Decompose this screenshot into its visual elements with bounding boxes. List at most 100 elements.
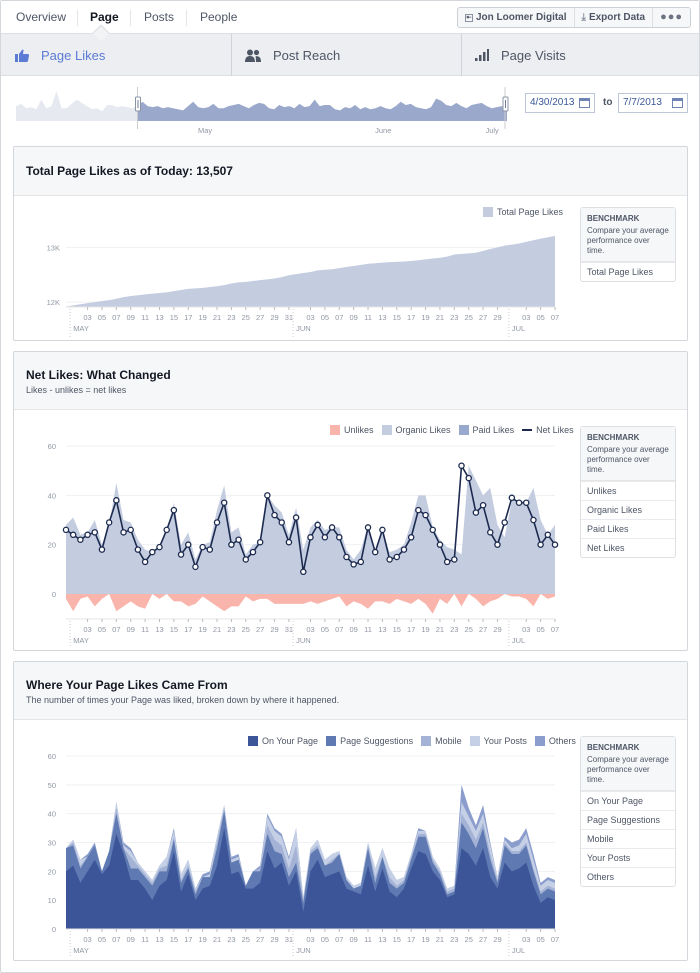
legend-item-net-likes[interactable]: Net Likes [522,425,574,435]
x-tick-label: 09 [127,625,135,634]
month-label: JUN [296,324,311,333]
x-tick-label: 09 [127,935,135,944]
y-tick-label: 60 [48,752,56,761]
start-date-input[interactable]: 4/30/2013 [525,93,595,113]
benchmark-item-page-suggestions[interactable]: Page Suggestions [581,810,675,829]
legend-label: Paid Likes [472,425,515,435]
y-tick-label: 13K [47,243,60,252]
benchmark-item-on-your-page[interactable]: On Your Page [581,791,675,810]
net-likes-point [321,534,329,541]
x-tick-label: 15 [393,935,401,944]
net-likes-point [343,553,350,561]
net-likes-point [127,526,134,534]
x-tick-label: 29 [493,625,501,634]
tab-divider [77,10,78,26]
section-page-visits[interactable]: Page Visits [475,34,566,76]
legend-label: Mobile [435,736,462,746]
benchmark-item-total-page-likes[interactable]: Total Page Likes [581,262,675,281]
x-tick-label: 11 [141,313,149,322]
legend-item-mobile[interactable]: Mobile [421,736,462,746]
benchmark-title: BENCHMARK [587,214,640,223]
legend-item-paid-likes[interactable]: Paid Likes [458,425,515,435]
end-date-input[interactable]: 7/7/2013 [618,93,688,113]
x-tick-label: 05 [321,625,329,634]
section-label: Post Reach [273,47,341,63]
net-likes-point [386,556,393,563]
net-likes-point [206,546,214,553]
section-page-likes[interactable]: Page Likes [15,34,105,76]
x-tick-label: 27 [256,625,264,634]
x-tick-label: 03 [83,625,91,634]
calendar-icon[interactable] [672,98,683,108]
section-post-reach[interactable]: Post Reach [245,34,340,76]
section-label: Page Likes [41,47,106,63]
card-header: Total Page Likes as of Today: 13,507 [14,147,687,196]
x-tick-label: 03 [306,625,314,634]
x-tick-label: 05 [98,625,106,634]
x-tick-label: 23 [450,313,458,322]
x-tick-label: 29 [270,625,278,634]
net-likes-point [113,497,120,504]
legend-item-your-posts[interactable]: Your Posts [469,736,527,746]
benchmark-item-net-likes[interactable]: Net Likes [581,538,675,557]
benchmark-item-paid-likes[interactable]: Paid Likes [581,519,675,538]
x-tick-label: 15 [170,313,178,322]
x-tick-label: 19 [198,313,206,322]
x-tick-label: 05 [98,935,106,944]
tab-posts[interactable]: Posts [144,1,174,34]
range-month-label: July [485,126,499,135]
net-likes-point [350,561,357,568]
net-likes-point [551,541,559,548]
bar-signal-icon [475,49,489,61]
date-range-overview-chart[interactable]: May June July [14,87,514,137]
net-likes-point [163,526,170,534]
y-tick-label: 30 [48,839,56,848]
page-name-button[interactable]: ⇤ Jon Loomer Digital [458,8,574,27]
tab-people[interactable]: People [200,1,237,34]
legend-item-page-suggestions[interactable]: Page Suggestions [326,736,413,746]
x-tick-label: 13 [155,935,163,944]
benchmark-item-your-posts[interactable]: Your Posts [581,848,675,867]
legend-label: Your Posts [483,736,527,746]
net-likes-point [379,526,386,534]
unlikes-area [66,594,555,614]
legend-swatch [534,736,545,746]
card-header: Net Likes: What Changed Likes - unlikes … [14,352,687,410]
x-tick-label: 17 [184,935,192,944]
y-tick-label: 10 [48,896,56,905]
month-label: JUL [512,636,525,645]
start-date-value: 4/30/2013 [530,97,575,108]
net-likes-point [307,534,314,541]
x-tick-label: 15 [393,625,401,634]
benchmark-item-others[interactable]: Others [581,867,675,886]
x-tick-label: 11 [141,625,149,634]
chart-legend: Unlikes Organic Likes Paid Likes Net Lik… [330,425,574,435]
legend-item-unlikes[interactable]: Unlikes [330,425,374,435]
x-tick-label: 29 [270,935,278,944]
tab-overview[interactable]: Overview [16,1,66,34]
legend-item-others[interactable]: Others [534,736,576,746]
y-tick-label: 40 [48,491,56,500]
x-tick-label: 19 [198,625,206,634]
calendar-icon[interactable] [579,98,590,108]
more-options-button[interactable]: ●●● [652,8,690,27]
legend-swatch [469,736,480,746]
benchmark-item-mobile[interactable]: Mobile [581,829,675,848]
metric-sections: Page Likes Post Reach Page Visits [1,24,699,76]
download-icon: ⤓ [581,12,586,23]
x-tick-label: 13 [155,313,163,322]
export-data-button[interactable]: ⤓ Export Data [573,8,653,27]
x-tick-label: 13 [155,625,163,634]
benchmark-item-unlikes[interactable]: Unlikes [581,481,675,500]
legend-item-organic-likes[interactable]: Organic Likes [381,425,451,435]
benchmark-item-organic-likes[interactable]: Organic Likes [581,500,675,519]
card-subtitle: The number of times your Page was liked,… [26,695,340,705]
section-divider [231,34,232,76]
legend-item-on-your-page[interactable]: On Your Page [248,736,318,746]
x-tick-label: 23 [227,935,235,944]
benchmark-panel: BENCHMARK Compare your average performan… [580,426,676,558]
x-tick-label: 09 [127,313,135,322]
x-tick-label: 31 [285,313,293,322]
month-label: JUN [296,946,311,955]
x-tick-label: 21 [436,625,444,634]
